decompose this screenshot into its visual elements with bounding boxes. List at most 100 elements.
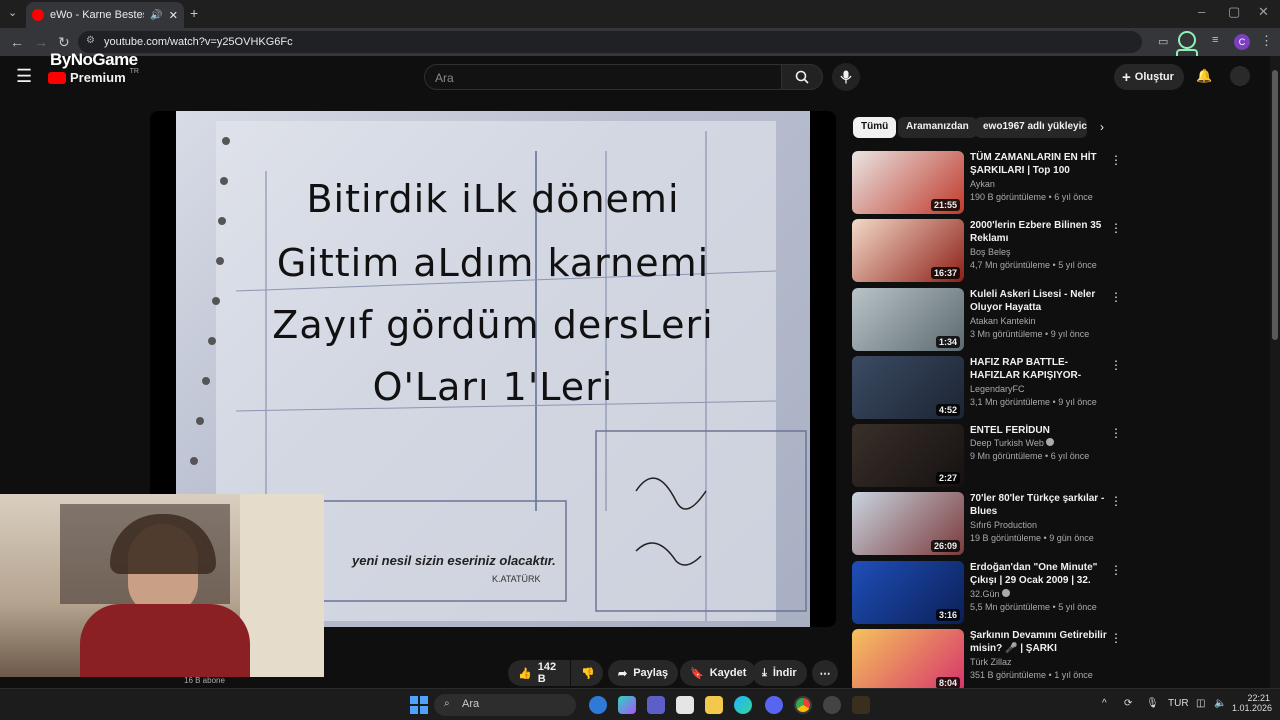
edge-icon[interactable] — [734, 696, 752, 714]
reload-icon[interactable]: ↻ — [58, 34, 70, 51]
video-thumbnail[interactable]: 16:37 — [852, 219, 964, 282]
channel-name[interactable]: LegendaryFC — [970, 384, 1025, 394]
profile-avatar[interactable]: C — [1234, 34, 1250, 50]
store-icon[interactable] — [676, 696, 694, 714]
more-actions-button[interactable]: ⋯ — [812, 660, 838, 686]
chip-from-uploader[interactable]: ewo1967 adlı yükleyiciden — [975, 117, 1087, 138]
tab-search-chevron-icon[interactable]: ⌄ — [8, 6, 17, 19]
youtube-premium-logo[interactable]: Premium TR — [48, 68, 139, 85]
close-window-icon[interactable]: ✕ — [1258, 4, 1269, 20]
share-button[interactable]: ➦ Paylaş — [608, 660, 679, 686]
more-options-icon[interactable]: ⋮ — [1110, 221, 1122, 235]
dislike-button[interactable]: 👎 — [571, 660, 603, 686]
channel-name[interactable]: Türk Zillaz — [970, 657, 1012, 667]
recommendation-item[interactable]: 4:52 HAFIZ RAP BATTLE-HAFIZLAR KAPIŞIYOR-… — [852, 356, 1124, 420]
channel-name[interactable]: Atakan Kantekin — [970, 316, 1036, 326]
video-thumbnail[interactable]: 3:16 — [852, 561, 964, 624]
video-title[interactable]: Kuleli Askeri Lisesi - Neler Oluyor Haya… — [970, 288, 1110, 314]
address-bar[interactable]: ⚙ youtube.com/watch?v=y25OVHKG6Fc — [78, 31, 1142, 53]
video-title[interactable]: TÜM ZAMANLARIN EN HİT ŞARKILARI | Top 10… — [970, 151, 1110, 177]
url-text: youtube.com/watch?v=y25OVHKG6Fc — [104, 36, 293, 48]
more-options-icon[interactable]: ⋮ — [1110, 153, 1122, 167]
video-title[interactable]: 2000'lerin Ezbere Bilinen 35 Reklamı — [970, 219, 1110, 245]
new-tab-icon[interactable]: + — [190, 5, 198, 21]
more-options-icon[interactable]: ⋮ — [1110, 358, 1122, 372]
back-icon[interactable]: ← — [10, 34, 24, 50]
recommendation-item[interactable]: 8:04 Şarkının Devamını Getirebilir misin?… — [852, 629, 1124, 693]
video-duration: 1:34 — [935, 336, 960, 348]
account-avatar[interactable] — [1230, 66, 1250, 86]
more-options-icon[interactable]: ⋮ — [1110, 494, 1122, 508]
video-meta: 190 B görüntüleme • 6 yıl önce — [970, 192, 1093, 202]
chrome-menu-icon[interactable]: ⋮ — [1260, 33, 1273, 49]
site-info-icon[interactable]: ⚙ — [86, 35, 95, 46]
copilot-icon[interactable] — [618, 696, 636, 714]
chip-all[interactable]: Tümü — [853, 117, 897, 138]
video-thumbnail[interactable]: 2:27 — [852, 424, 964, 487]
notifications-bell-icon[interactable]: 🔔 — [1196, 68, 1212, 84]
recommendation-item[interactable]: 2:27 ENTEL FERİDUN Deep Turkish Web 9 Mn g… — [852, 424, 1124, 488]
chip-from-search[interactable]: Aramanızdan — [898, 117, 977, 138]
file-explorer-icon[interactable] — [705, 696, 723, 714]
video-thumbnail[interactable]: 1:34 — [852, 288, 964, 351]
teams-icon[interactable] — [647, 696, 665, 714]
recommendation-item[interactable]: 3:16 Erdoğan'dan "One Minute" Çıkışı | 29… — [852, 561, 1124, 625]
discord-icon[interactable] — [765, 696, 783, 714]
taskbar-search[interactable]: ⌕ Ara — [434, 694, 576, 716]
video-thumbnail[interactable]: 4:52 — [852, 356, 964, 419]
video-title[interactable]: 70'ler 80'ler Türkçe şarkılar - Blues — [970, 492, 1110, 518]
close-tab-icon[interactable]: ✕ — [169, 9, 178, 22]
hamburger-menu-icon[interactable]: ☰ — [16, 66, 32, 87]
recommendation-item[interactable]: 16:37 2000'lerin Ezbere Bilinen 35 Reklam… — [852, 219, 1124, 283]
more-options-icon[interactable]: ⋮ — [1110, 631, 1122, 645]
app-icon-3[interactable] — [852, 696, 870, 714]
channel-name[interactable]: 32.Gün — [970, 589, 1011, 599]
maximize-icon[interactable]: ▢ — [1228, 4, 1240, 20]
channel-name[interactable]: Boş Beleş — [970, 247, 1011, 257]
browser-tab[interactable]: eWo - Karne Bestesi (2009) 🔊 ✕ — [26, 2, 184, 28]
app-icon-2[interactable] — [823, 696, 841, 714]
chips-next-chevron-icon[interactable]: › — [1100, 120, 1104, 134]
create-button[interactable]: + Oluştur — [1114, 64, 1184, 90]
scrollbar-thumb[interactable] — [1272, 70, 1278, 340]
tab-search-icon[interactable]: ≡ — [1212, 34, 1218, 46]
channel-name[interactable]: Deep Turkish Web — [970, 438, 1055, 448]
download-button[interactable]: ⤓ İndir — [752, 660, 807, 686]
channel-name[interactable]: Aykan — [970, 179, 995, 189]
minimize-icon[interactable]: – — [1198, 4, 1205, 19]
speaker-icon[interactable]: 🔊 — [150, 10, 162, 21]
clock-date: 1.01.2026 — [1232, 703, 1273, 713]
video-thumbnail[interactable]: 8:04 — [852, 629, 964, 692]
video-thumbnail[interactable]: 21:55 — [852, 151, 964, 214]
more-options-icon[interactable]: ⋮ — [1110, 290, 1122, 304]
page-scrollbar[interactable] — [1270, 56, 1280, 688]
recommendation-item[interactable]: 1:34 Kuleli Askeri Lisesi - Neler Oluyor … — [852, 288, 1124, 352]
app-icon-1[interactable] — [589, 696, 607, 714]
chrome-icon[interactable] — [794, 696, 812, 714]
wifi-icon[interactable]: ◫ — [1196, 698, 1205, 709]
search-button[interactable] — [781, 64, 823, 90]
forward-icon[interactable]: → — [34, 34, 48, 50]
voice-search-button[interactable] — [832, 63, 860, 91]
recommendation-item[interactable]: 26:09 70'ler 80'ler Türkçe şarkılar - Blu… — [852, 492, 1124, 556]
video-title[interactable]: HAFIZ RAP BATTLE-HAFIZLAR KAPIŞIYOR-HAFI… — [970, 356, 1110, 382]
video-title[interactable]: Şarkının Devamını Getirebilir misin? 🎤 |… — [970, 629, 1110, 655]
video-title[interactable]: Erdoğan'dan "One Minute" Çıkışı | 29 Oca… — [970, 561, 1110, 587]
cast-icon[interactable]: ▭ — [1158, 35, 1168, 48]
like-button[interactable]: 👍 142 B — [508, 660, 570, 686]
tray-mic-icon[interactable]: 🎙 — [1146, 698, 1159, 709]
volume-icon[interactable]: 🔈 — [1214, 698, 1226, 709]
more-options-icon[interactable]: ⋮ — [1110, 426, 1122, 440]
recommendation-item[interactable]: 21:55 TÜM ZAMANLARIN EN HİT ŞARKILARI | T… — [852, 151, 1124, 215]
tray-network-app-icon[interactable]: ⟳ — [1124, 698, 1132, 709]
keyboard-language[interactable]: TUR — [1168, 698, 1189, 709]
channel-name[interactable]: Sıfır6 Production — [970, 520, 1037, 530]
windows-start-icon[interactable] — [410, 696, 428, 714]
video-title[interactable]: ENTEL FERİDUN — [970, 424, 1110, 437]
more-options-icon[interactable]: ⋮ — [1110, 563, 1122, 577]
tray-chevron-icon[interactable]: ^ — [1102, 698, 1107, 709]
clock[interactable]: 22:21 1.01.2026 — [1232, 693, 1273, 713]
save-button[interactable]: 🔖 Kaydet — [680, 660, 757, 686]
video-thumbnail[interactable]: 26:09 — [852, 492, 964, 555]
search-input[interactable]: Ara — [424, 64, 782, 90]
